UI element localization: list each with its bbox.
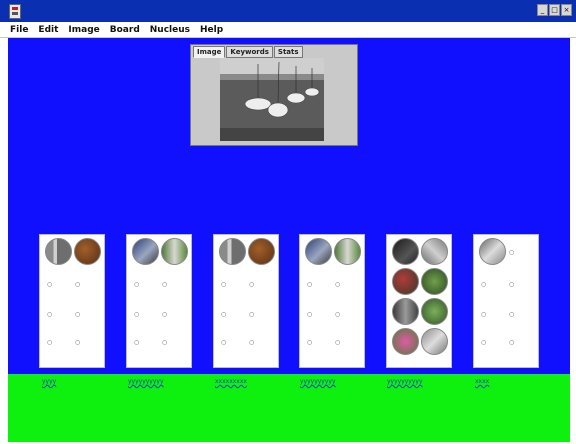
green-scene-thumbnail[interactable] xyxy=(161,238,188,265)
dark-scene-thumbnail[interactable] xyxy=(392,238,419,265)
tab-stats[interactable]: Stats xyxy=(273,46,303,58)
application-window: _ □ × File Edit Image Board Nucleus Help… xyxy=(0,0,576,444)
street-thumbnail[interactable] xyxy=(45,238,72,265)
gray-scene-thumbnail[interactable] xyxy=(479,238,506,265)
empty-slot: ○ xyxy=(481,281,487,288)
window-controls: _ □ × xyxy=(537,4,572,16)
empty-slot: ○ xyxy=(335,281,341,288)
gray-scene-thumbnail[interactable] xyxy=(392,298,419,325)
group-label[interactable]: yyyyyyyyyy xyxy=(387,378,423,385)
empty-slot: ○ xyxy=(249,311,255,318)
image-preview-panel: Image Keywords Stats xyxy=(190,44,358,146)
image-group-card[interactable]: ○ ○ ○ ○ ○ ○ xyxy=(299,234,365,368)
empty-slot: ○ xyxy=(509,311,515,318)
gray-scene-thumbnail[interactable] xyxy=(421,328,448,355)
group-label[interactable]: xxxx xyxy=(475,378,489,385)
green-scene-thumbnail[interactable] xyxy=(421,268,448,295)
tab-keywords[interactable]: Keywords xyxy=(226,46,273,58)
gray-scene-thumbnail[interactable] xyxy=(421,238,448,265)
empty-slot: ○ xyxy=(47,339,53,346)
empty-slot: ○ xyxy=(335,311,341,318)
empty-slot: ○ xyxy=(75,339,81,346)
green-scene-thumbnail[interactable] xyxy=(334,238,361,265)
preview-photo xyxy=(220,58,324,141)
empty-slot: ○ xyxy=(509,249,515,256)
empty-slot: ○ xyxy=(481,311,487,318)
image-group-card[interactable]: ○ ○ ○ ○ ○ ○ xyxy=(126,234,192,368)
app-icon[interactable] xyxy=(9,4,21,19)
tab-image[interactable]: Image xyxy=(193,46,226,58)
empty-slot: ○ xyxy=(162,281,168,288)
group-label[interactable]: yyyyyyyyyy xyxy=(300,378,336,385)
menu-image[interactable]: Image xyxy=(68,25,99,35)
menu-edit[interactable]: Edit xyxy=(38,25,58,35)
pink-scene-thumbnail[interactable] xyxy=(392,328,419,355)
image-group-card[interactable]: ○ ○ ○ ○ ○ ○ xyxy=(39,234,105,368)
empty-slot: ○ xyxy=(134,311,140,318)
street-thumbnail[interactable] xyxy=(219,238,246,265)
empty-slot: ○ xyxy=(307,339,313,346)
empty-slot: ○ xyxy=(249,339,255,346)
close-button[interactable]: × xyxy=(561,4,572,16)
menu-file[interactable]: File xyxy=(10,25,28,35)
blue-scene-thumbnail[interactable] xyxy=(132,238,159,265)
empty-slot: ○ xyxy=(221,339,227,346)
empty-slot: ○ xyxy=(249,281,255,288)
empty-slot: ○ xyxy=(509,281,515,288)
group-label[interactable]: yyyyyyyyyy xyxy=(128,378,164,385)
maximize-button[interactable]: □ xyxy=(549,4,560,16)
empty-slot: ○ xyxy=(47,311,53,318)
group-label[interactable]: yyyy xyxy=(42,378,56,385)
texture-thumbnail[interactable] xyxy=(248,238,275,265)
empty-slot: ○ xyxy=(47,281,53,288)
empty-slot: ○ xyxy=(481,339,487,346)
empty-slot: ○ xyxy=(75,281,81,288)
image-group-card[interactable]: ○ ○ ○ ○ ○ ○ xyxy=(213,234,279,368)
boats-photo xyxy=(220,58,324,141)
empty-slot: ○ xyxy=(307,281,313,288)
texture-thumbnail[interactable] xyxy=(74,238,101,265)
blue-scene-thumbnail[interactable] xyxy=(305,238,332,265)
menu-help[interactable]: Help xyxy=(200,25,223,35)
preview-tabs: Image Keywords Stats xyxy=(193,46,303,58)
empty-slot: ○ xyxy=(307,311,313,318)
menu-nucleus[interactable]: Nucleus xyxy=(150,25,190,35)
empty-slot: ○ xyxy=(134,339,140,346)
menu-bar: File Edit Image Board Nucleus Help xyxy=(0,22,576,38)
empty-slot: ○ xyxy=(134,281,140,288)
image-group-card[interactable]: ○ ○ ○ ○ ○ ○ ○ xyxy=(473,234,539,368)
empty-slot: ○ xyxy=(162,311,168,318)
minimize-button[interactable]: _ xyxy=(537,4,548,16)
red-scene-thumbnail[interactable] xyxy=(392,268,419,295)
empty-slot: ○ xyxy=(75,311,81,318)
empty-slot: ○ xyxy=(162,339,168,346)
image-group-card[interactable] xyxy=(386,234,452,368)
green-scene-thumbnail[interactable] xyxy=(421,298,448,325)
menu-board[interactable]: Board xyxy=(110,25,140,35)
empty-slot: ○ xyxy=(221,311,227,318)
empty-slot: ○ xyxy=(221,281,227,288)
empty-slot: ○ xyxy=(335,339,341,346)
title-bar[interactable]: _ □ × xyxy=(0,0,576,22)
group-label[interactable]: xxxxxxxxx xyxy=(215,378,247,385)
empty-slot: ○ xyxy=(509,339,515,346)
